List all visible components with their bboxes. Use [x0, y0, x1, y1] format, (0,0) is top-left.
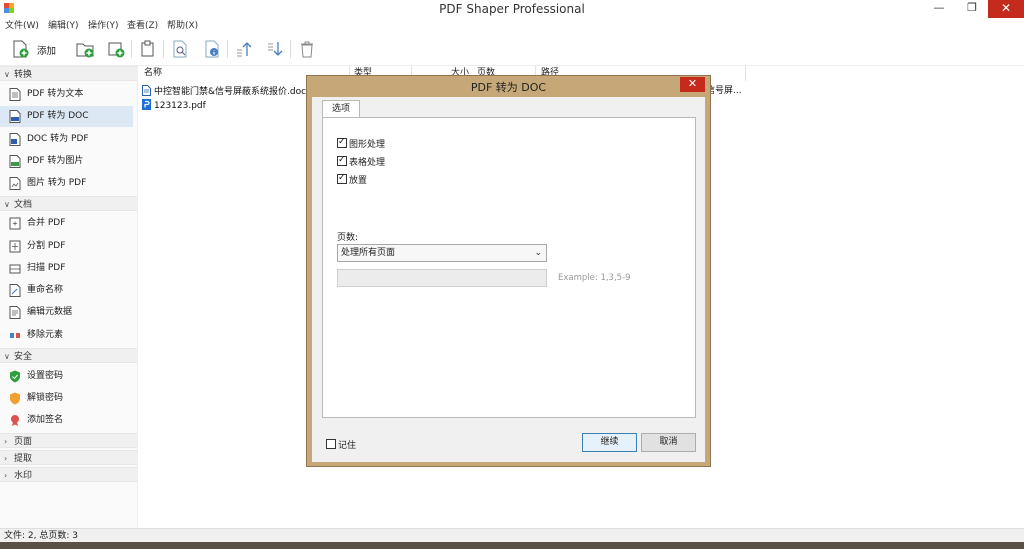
- restore-button[interactable]: ❐: [957, 0, 987, 18]
- menu-help[interactable]: 帮助(X): [167, 18, 198, 31]
- menu-view[interactable]: 查看(Z): [127, 18, 158, 31]
- info-icon[interactable]: [203, 40, 221, 58]
- scanner-icon: [9, 264, 21, 274]
- page-range-input[interactable]: [337, 269, 547, 287]
- sidebar-item-pdf-to-image[interactable]: PDF 转为图片: [0, 151, 133, 172]
- column-divider[interactable]: [745, 66, 746, 81]
- graphics-processing-checkbox[interactable]: 图形处理: [337, 136, 385, 150]
- chevron-right-icon: ›: [4, 454, 8, 463]
- section-convert-header[interactable]: ∨ 转换: [0, 66, 137, 81]
- file-path: 信号屏...: [706, 86, 742, 96]
- window-title: PDF Shaper Professional: [439, 2, 585, 16]
- section-document-header[interactable]: ∨ 文档: [0, 196, 137, 211]
- pdf-file-icon: [142, 99, 151, 110]
- close-window-button[interactable]: ✕: [988, 0, 1024, 18]
- picture-icon: [9, 177, 21, 190]
- text-doc-icon: [9, 88, 21, 101]
- chevron-down-icon: ∨: [4, 70, 10, 79]
- doc-file-icon: [142, 85, 151, 96]
- sidebar-item-scan-pdf[interactable]: 扫描 PDF: [0, 258, 133, 279]
- status-bar: 文件: 2, 总页数: 3: [0, 528, 1024, 542]
- chevron-down-icon: ∨: [4, 352, 10, 361]
- menu-action[interactable]: 操作(Y): [88, 18, 119, 31]
- sidebar-item-rename[interactable]: 重命名称: [0, 280, 133, 301]
- checkbox-box[interactable]: [337, 172, 347, 184]
- add-subfolder-icon[interactable]: [107, 40, 125, 58]
- section-security-header[interactable]: ∨ 安全: [0, 348, 137, 363]
- toolbar: 添加: [0, 32, 1024, 66]
- toolbar-separator: [227, 40, 228, 58]
- table-row[interactable]: 中控智能门禁&信号屏蔽系统报价.doc: [139, 85, 306, 98]
- placement-checkbox[interactable]: 放置: [337, 172, 367, 186]
- menu-edit[interactable]: 编辑(Y): [48, 18, 79, 31]
- add-button-label[interactable]: 添加: [37, 43, 56, 57]
- pdf-to-doc-dialog: PDF 转为 DOC ✕ 选项 图形处理 表格处理 放置 页数: 处理所有页面 …: [306, 75, 711, 467]
- remove-elements-icon: [10, 333, 20, 338]
- sidebar-item-remove-elements[interactable]: 移除元素: [0, 325, 133, 346]
- merge-icon: [9, 217, 21, 230]
- remember-checkbox[interactable]: 记住: [326, 439, 356, 452]
- file-name: 中控智能门禁&信号屏蔽系统报价.doc: [154, 87, 307, 97]
- checkbox-box[interactable]: [337, 136, 347, 148]
- menu-bar: 文件(W) 编辑(Y) 操作(Y) 查看(Z) 帮助(X): [0, 17, 1024, 31]
- table-row[interactable]: 123123.pdf: [139, 99, 206, 112]
- table-processing-checkbox[interactable]: 表格处理: [337, 154, 385, 168]
- file-name: 123123.pdf: [154, 101, 206, 111]
- move-down-icon[interactable]: [266, 40, 284, 58]
- signature-seal-icon: [11, 415, 19, 426]
- sidebar-item-split-pdf[interactable]: 分割 PDF: [0, 236, 133, 257]
- sidebar-item-pdf-to-text[interactable]: PDF 转为文本: [0, 84, 133, 105]
- sidebar: ∨ 转换 PDF 转为文本 PDF 转为 DOC DOC 转为 PDF PDF 转…: [0, 66, 138, 528]
- toolbar-separator: [290, 40, 291, 58]
- page-range-example: Example: 1,3,5-9: [558, 273, 631, 283]
- sidebar-item-image-to-pdf[interactable]: 图片 转为 PDF: [0, 173, 133, 194]
- image-file-icon: [9, 155, 21, 168]
- toolbar-separator: [131, 40, 132, 58]
- column-header-name[interactable]: 名称: [144, 66, 162, 81]
- green-shield-icon: [10, 370, 20, 383]
- rename-icon: [9, 284, 21, 297]
- add-folder-icon[interactable]: [76, 40, 94, 58]
- options-panel: 图形处理 表格处理 放置 页数: 处理所有页面 ⌄ Example: 1,3,5…: [322, 117, 696, 418]
- clipboard-icon[interactable]: [139, 40, 157, 58]
- doc-file-icon: [9, 110, 21, 123]
- metadata-icon: [9, 306, 21, 319]
- sidebar-item-pdf-to-doc[interactable]: PDF 转为 DOC: [0, 106, 133, 127]
- dialog-title: PDF 转为 DOC: [470, 81, 547, 94]
- sidebar-item-merge-pdf[interactable]: 合并 PDF: [0, 213, 133, 234]
- section-pages-header[interactable]: › 页面: [0, 433, 137, 448]
- cancel-button[interactable]: 取消: [641, 433, 696, 452]
- add-file-icon[interactable]: [11, 40, 29, 58]
- dialog-body: 选项 图形处理 表格处理 放置 页数: 处理所有页面 ⌄ Example: 1,…: [312, 97, 705, 462]
- orange-shield-icon: [10, 392, 20, 405]
- preview-icon[interactable]: [171, 40, 189, 58]
- chevron-right-icon: ›: [4, 437, 8, 446]
- chevron-right-icon: ›: [4, 471, 8, 480]
- sidebar-item-unlock-password[interactable]: 解锁密码: [0, 388, 133, 409]
- title-bar: PDF Shaper Professional — ❐ ✕: [0, 0, 1024, 18]
- sidebar-item-add-signature[interactable]: 添加签名: [0, 410, 133, 431]
- chevron-down-icon: ∨: [4, 200, 10, 209]
- delete-icon[interactable]: [298, 40, 316, 58]
- dialog-close-button[interactable]: ✕: [680, 77, 705, 92]
- pages-label: 页数:: [337, 233, 359, 243]
- move-up-icon[interactable]: [235, 40, 253, 58]
- checkbox-box[interactable]: [337, 154, 347, 166]
- sidebar-item-set-password[interactable]: 设置密码: [0, 366, 133, 387]
- word-file-icon: [9, 133, 21, 146]
- chevron-down-icon: ⌄: [534, 248, 542, 258]
- section-extract-header[interactable]: › 提取: [0, 450, 137, 465]
- taskbar: [0, 542, 1024, 549]
- sidebar-item-edit-metadata[interactable]: 编辑元数据: [0, 302, 133, 323]
- sidebar-item-doc-to-pdf[interactable]: DOC 转为 PDF: [0, 129, 133, 150]
- split-icon: [9, 240, 21, 253]
- toolbar-separator: [163, 40, 164, 58]
- section-watermark-header[interactable]: › 水印: [0, 467, 137, 482]
- minimize-button[interactable]: —: [924, 0, 954, 18]
- checkbox-box[interactable]: [326, 439, 336, 449]
- pages-select[interactable]: 处理所有页面 ⌄: [337, 244, 547, 262]
- continue-button[interactable]: 继续: [582, 433, 637, 452]
- tab-options[interactable]: 选项: [322, 100, 360, 118]
- menu-file[interactable]: 文件(W): [5, 18, 39, 31]
